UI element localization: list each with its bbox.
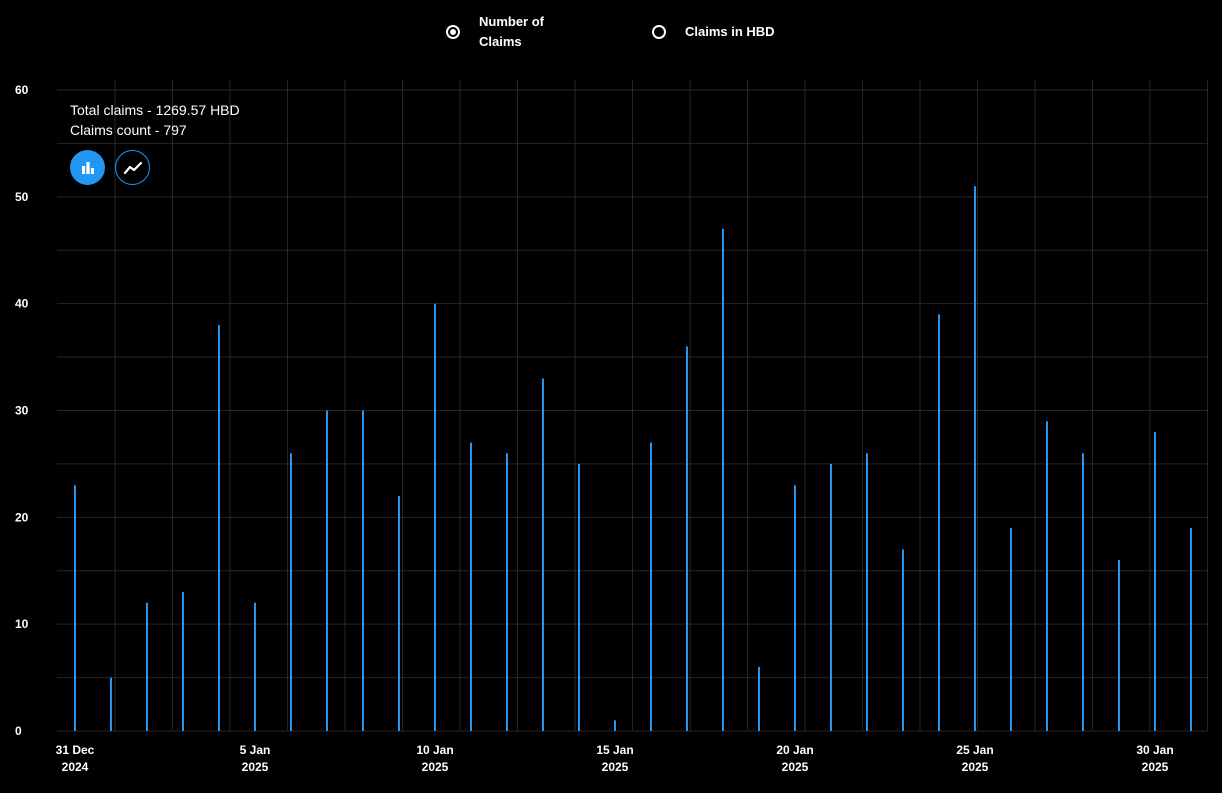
bar-2025-01-27[interactable]: [1046, 421, 1048, 731]
bar-chart-button[interactable]: [70, 150, 105, 185]
bar-2025-01-16[interactable]: [650, 442, 652, 731]
bar-2025-01-26[interactable]: [1010, 528, 1012, 731]
bar-2025-01-03[interactable]: [182, 592, 184, 731]
y-tick-label: 30: [15, 404, 29, 418]
bar-chart-icon: [81, 161, 94, 174]
bar-2025-01-23[interactable]: [902, 549, 904, 731]
x-tick-label: 31 Dec: [56, 743, 95, 757]
bar-2025-01-12[interactable]: [506, 453, 508, 731]
y-tick-label: 20: [15, 510, 29, 524]
claims-summary: Total claims - 1269.57 HBD Claims count …: [70, 100, 240, 140]
line-chart-icon: [123, 161, 142, 174]
bar-2025-01-14[interactable]: [578, 463, 580, 731]
x-tick-label: 25 Jan: [956, 743, 993, 757]
x-tick-year-label: 2025: [782, 760, 809, 774]
bar-2025-01-02[interactable]: [146, 602, 148, 731]
bar-2025-01-01[interactable]: [110, 677, 112, 731]
bar-2025-01-17[interactable]: [686, 346, 688, 731]
bar-2025-01-22[interactable]: [866, 453, 868, 731]
x-tick-year-label: 2025: [962, 760, 989, 774]
x-tick-label: 20 Jan: [776, 743, 813, 757]
bar-2025-01-11[interactable]: [470, 442, 472, 731]
bar-2025-01-05[interactable]: [254, 602, 256, 731]
bar-2025-01-08[interactable]: [362, 410, 364, 732]
y-tick-label: 50: [15, 190, 29, 204]
bar-2025-01-13[interactable]: [542, 378, 544, 731]
bar-2025-01-19[interactable]: [758, 666, 760, 731]
total-claims-text: Total claims - 1269.57 HBD: [70, 102, 240, 118]
x-tick-label: 10 Jan: [416, 743, 453, 757]
bar-2025-01-21[interactable]: [830, 463, 832, 731]
bar-2025-01-25[interactable]: [974, 186, 976, 731]
bar-2024-12-31[interactable]: [74, 485, 76, 731]
y-tick-label: 0: [15, 724, 22, 738]
bar-2025-01-30[interactable]: [1154, 431, 1156, 731]
bar-2025-01-15[interactable]: [614, 720, 616, 731]
bar-2025-01-10[interactable]: [434, 303, 436, 731]
bar-2025-01-09[interactable]: [398, 495, 400, 731]
y-tick-label: 40: [15, 297, 29, 311]
line-chart-button[interactable]: [115, 150, 150, 185]
bar-2025-01-28[interactable]: [1082, 453, 1084, 731]
bar-2025-01-04[interactable]: [218, 325, 220, 731]
bar-2025-01-18[interactable]: [722, 228, 724, 731]
x-tick-year-label: 2025: [422, 760, 449, 774]
bar-2025-01-29[interactable]: [1118, 560, 1120, 731]
x-tick-label: 5 Jan: [240, 743, 271, 757]
claims-count-text: Claims count - 797: [70, 122, 187, 138]
bar-2025-01-24[interactable]: [938, 314, 940, 731]
bar-2025-01-06[interactable]: [290, 453, 292, 731]
x-tick-year-label: 2024: [62, 760, 89, 774]
x-tick-year-label: 2025: [242, 760, 269, 774]
bar-2025-01-07[interactable]: [326, 410, 328, 732]
y-tick-label: 10: [15, 617, 29, 631]
bar-2025-01-20[interactable]: [794, 485, 796, 731]
x-tick-label: 30 Jan: [1136, 743, 1173, 757]
x-tick-year-label: 2025: [602, 760, 629, 774]
x-tick-year-label: 2025: [1142, 760, 1169, 774]
x-tick-label: 15 Jan: [596, 743, 633, 757]
bar-2025-01-31[interactable]: [1190, 528, 1192, 731]
y-tick-label: 60: [15, 83, 29, 97]
